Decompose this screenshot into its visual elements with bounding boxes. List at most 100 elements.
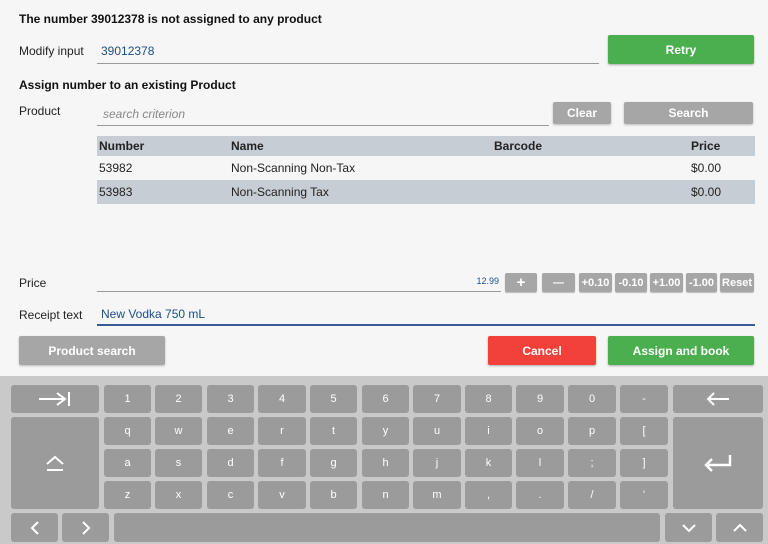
key-v[interactable]: v: [258, 481, 306, 509]
product-search-button[interactable]: Product search: [19, 336, 165, 365]
search-button[interactable]: Search: [624, 102, 753, 124]
key-2[interactable]: 2: [155, 385, 202, 413]
arrow-down-key[interactable]: [665, 513, 712, 542]
key-1[interactable]: 1: [104, 385, 151, 413]
key-3[interactable]: 3: [207, 385, 254, 413]
key-p[interactable]: p: [568, 417, 616, 445]
key-apostrophe[interactable]: ': [620, 481, 668, 509]
price-field[interactable]: 12.99: [97, 271, 501, 292]
assign-and-book-button[interactable]: Assign and book: [608, 336, 754, 365]
price-minus-button[interactable]: —: [542, 273, 575, 292]
key-t[interactable]: t: [310, 417, 357, 445]
key-5[interactable]: 5: [310, 385, 357, 413]
price-plus-100-button[interactable]: +1.00: [650, 273, 683, 292]
key-l[interactable]: l: [516, 449, 564, 477]
row-price: $0.00: [691, 185, 722, 199]
key-c[interactable]: c: [207, 481, 254, 509]
key-bracket-left[interactable]: [: [620, 417, 668, 445]
price-value: 12.99: [476, 276, 499, 286]
key-period[interactable]: .: [516, 481, 564, 509]
key-a[interactable]: a: [104, 449, 151, 477]
key-comma[interactable]: ,: [465, 481, 512, 509]
key-semicolon[interactable]: ;: [568, 449, 616, 477]
key-w[interactable]: w: [155, 417, 202, 445]
price-label: Price: [19, 276, 47, 290]
modify-input-label: Modify input: [19, 44, 84, 58]
retry-button[interactable]: Retry: [608, 35, 754, 64]
product-search-input[interactable]: search criterion: [97, 101, 549, 126]
key-r[interactable]: r: [258, 417, 306, 445]
arrow-left-key[interactable]: [11, 513, 58, 542]
arrow-down-icon: [681, 523, 696, 532]
key-z[interactable]: z: [104, 481, 151, 509]
column-header-barcode: Barcode: [494, 139, 543, 153]
key-g[interactable]: g: [310, 449, 357, 477]
price-minus-010-button[interactable]: -0.10: [615, 273, 647, 292]
row-price: $0.00: [691, 161, 722, 175]
key-y[interactable]: y: [362, 417, 409, 445]
on-screen-keyboard: 1 2 3 4 5 6 7 8 9 0 - q w e r t y u i o …: [0, 376, 768, 544]
product-label: Product: [19, 104, 61, 118]
arrow-right-key[interactable]: [62, 513, 109, 542]
row-number: 53983: [99, 185, 133, 199]
backspace-key[interactable]: [673, 385, 763, 413]
key-i[interactable]: i: [465, 417, 512, 445]
key-0[interactable]: 0: [568, 385, 616, 413]
key-k[interactable]: k: [465, 449, 512, 477]
space-key[interactable]: [114, 513, 660, 542]
price-plus-010-button[interactable]: +0.10: [579, 273, 612, 292]
enter-key[interactable]: [673, 417, 763, 509]
cancel-button[interactable]: Cancel: [488, 336, 596, 365]
key-x[interactable]: x: [155, 481, 202, 509]
price-reset-button[interactable]: Reset: [720, 273, 754, 292]
arrow-up-icon: [732, 523, 747, 532]
key-m[interactable]: m: [413, 481, 461, 509]
key-h[interactable]: h: [362, 449, 409, 477]
backspace-icon: [706, 392, 729, 406]
row-name: Non-Scanning Non-Tax: [231, 161, 356, 175]
row-name: Non-Scanning Tax: [231, 185, 329, 199]
arrow-right-icon: [81, 520, 90, 535]
arrow-left-icon: [30, 520, 39, 535]
clear-button[interactable]: Clear: [553, 102, 611, 124]
tab-key[interactable]: [11, 385, 99, 413]
row-number: 53982: [99, 161, 133, 175]
key-j[interactable]: j: [413, 449, 461, 477]
receipt-text-label: Receipt text: [19, 308, 83, 322]
key-4[interactable]: 4: [258, 385, 306, 413]
table-row[interactable]: 53982 Non-Scanning Non-Tax $0.00: [97, 156, 755, 180]
shift-key[interactable]: [11, 417, 99, 509]
shift-icon: [46, 455, 64, 471]
table-row[interactable]: 53983 Non-Scanning Tax $0.00: [97, 180, 755, 204]
key-s[interactable]: s: [155, 449, 202, 477]
assign-heading: Assign number to an existing Product: [19, 78, 236, 92]
enter-icon: [704, 455, 732, 472]
key-9[interactable]: 9: [516, 385, 564, 413]
modify-input-value: 39012378: [101, 44, 155, 58]
key-o[interactable]: o: [516, 417, 564, 445]
key-bracket-right[interactable]: ]: [620, 449, 668, 477]
key-b[interactable]: b: [310, 481, 357, 509]
table-header-row: Number Name Barcode Price: [97, 136, 755, 156]
key-6[interactable]: 6: [362, 385, 409, 413]
key-8[interactable]: 8: [465, 385, 512, 413]
key-n[interactable]: n: [362, 481, 409, 509]
price-plus-button[interactable]: +: [505, 273, 537, 292]
column-header-price: Price: [691, 139, 721, 153]
receipt-text-field[interactable]: New Vodka 750 mL: [97, 300, 755, 326]
arrow-up-key[interactable]: [716, 513, 763, 542]
key-q[interactable]: q: [104, 417, 151, 445]
key-slash[interactable]: /: [568, 481, 616, 509]
price-minus-100-button[interactable]: -1.00: [686, 273, 717, 292]
column-header-name: Name: [231, 139, 264, 153]
key-d[interactable]: d: [207, 449, 254, 477]
key-7[interactable]: 7: [413, 385, 461, 413]
modify-input-field[interactable]: 39012378: [97, 38, 599, 64]
column-header-number: Number: [99, 139, 145, 153]
key-e[interactable]: e: [207, 417, 254, 445]
key-u[interactable]: u: [413, 417, 461, 445]
key-f[interactable]: f: [258, 449, 306, 477]
page-title: The number 39012378 is not assigned to a…: [19, 12, 322, 26]
product-table: Number Name Barcode Price 53982 Non-Scan…: [97, 136, 755, 204]
key-minus[interactable]: -: [620, 385, 668, 413]
